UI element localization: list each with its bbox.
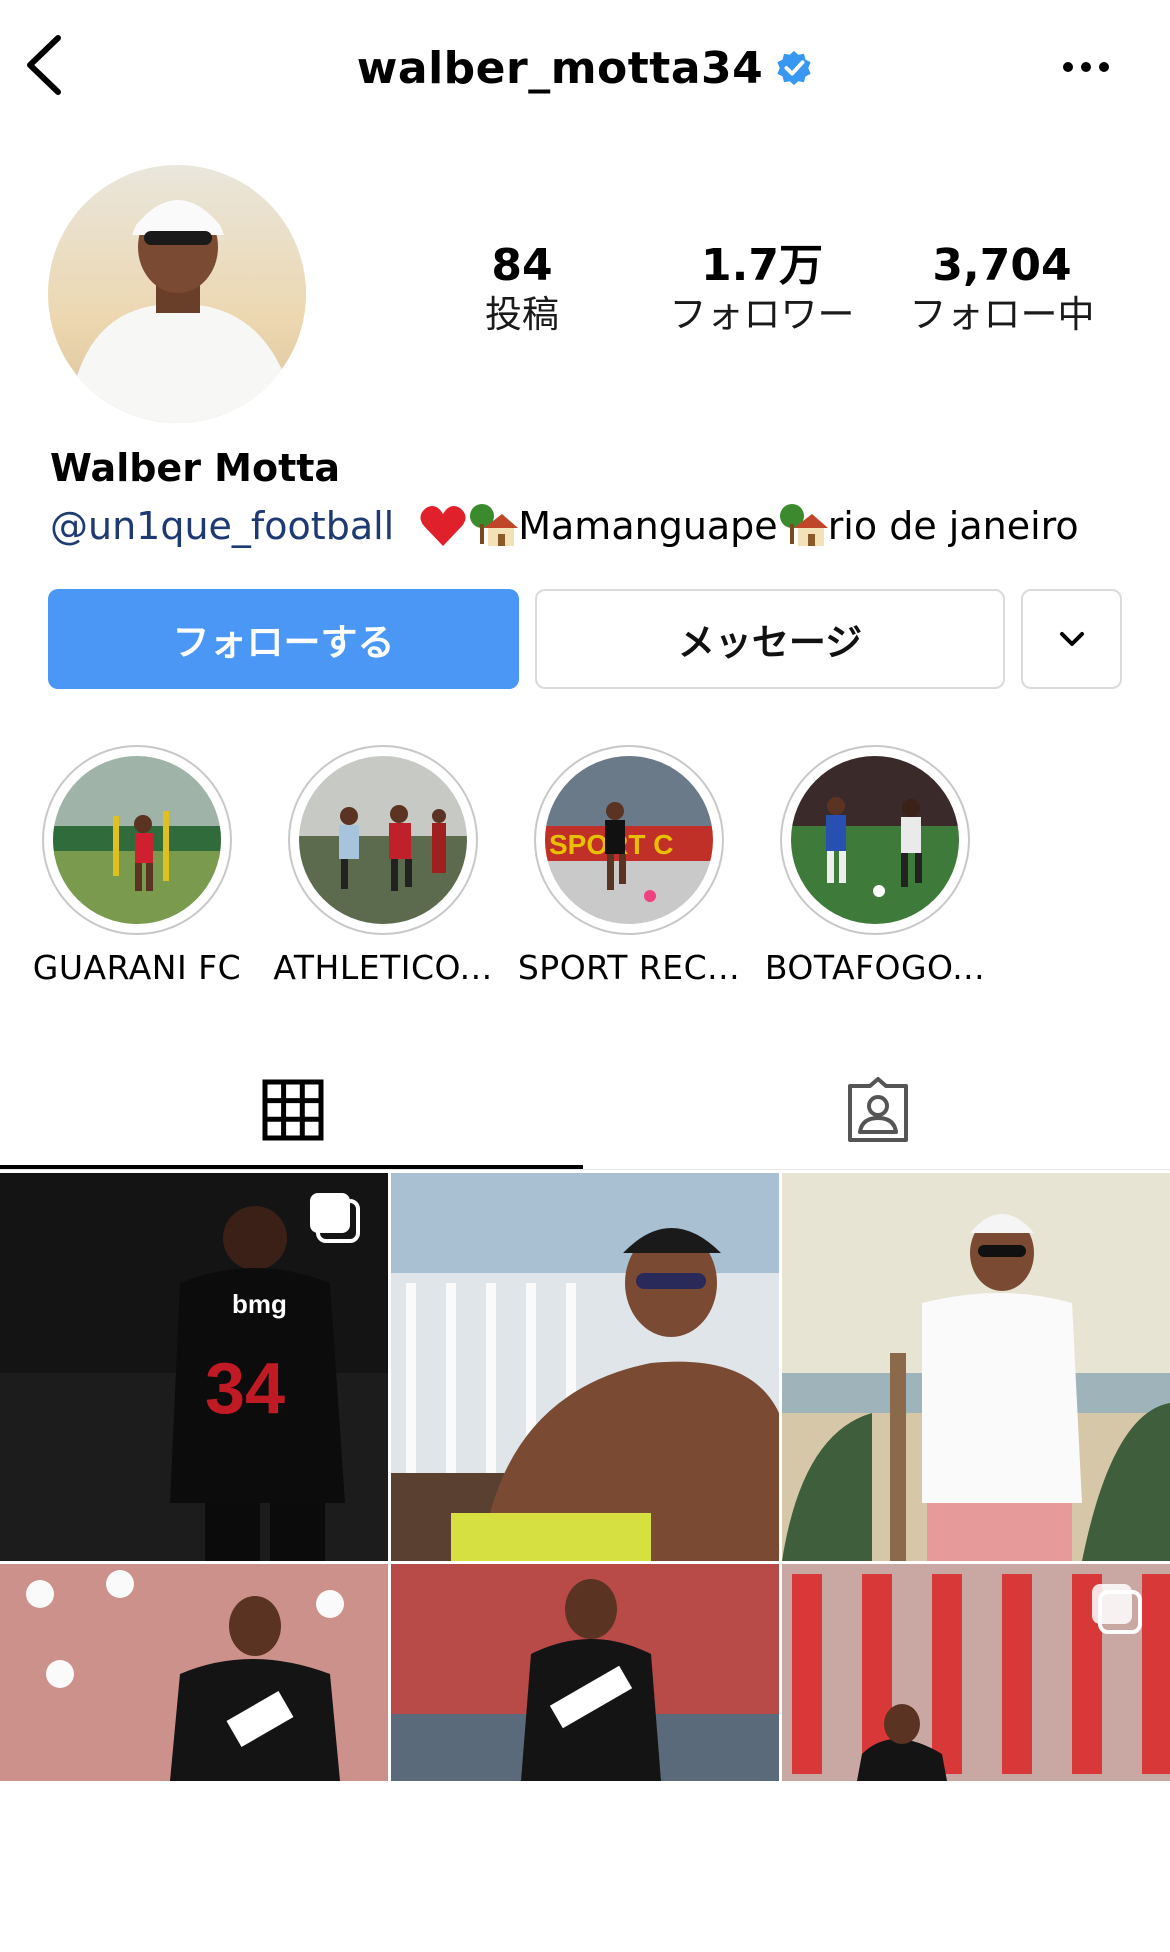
grid-icon	[262, 1079, 323, 1141]
username: walber_motta34	[356, 42, 764, 94]
highlight-label: ATHLETICO...	[273, 948, 493, 987]
highlight-label: SPORT REC...	[517, 948, 741, 987]
highlight-cover: SPORT C	[545, 756, 713, 924]
highlight-cover	[53, 756, 221, 924]
house-with-tree-icon	[470, 504, 519, 546]
posts-count[interactable]: 84 投稿	[422, 240, 622, 338]
avatar-photo	[48, 165, 306, 423]
more-horizontal-icon	[1063, 62, 1109, 72]
highlight-label: BOTAFOGO...	[764, 948, 986, 987]
display-name: Walber Motta	[50, 446, 341, 490]
followers-value: 1.7万	[701, 240, 823, 291]
post-thumbnail[interactable]	[782, 1173, 1170, 1561]
bio-location-1: Mamanguape	[518, 504, 778, 548]
profile-avatar[interactable]	[48, 165, 306, 423]
followers-count[interactable]: 1.7万 フォロワー	[662, 240, 862, 338]
tab-divider	[0, 1169, 1170, 1170]
post-thumbnail[interactable]	[391, 1564, 779, 1952]
following-label: フォロー中	[909, 293, 1095, 336]
profile-header: walber_motta34	[0, 38, 1170, 98]
tab-tagged[interactable]	[585, 1050, 1170, 1170]
message-button[interactable]: メッセージ	[535, 589, 1005, 689]
highlight-guarani[interactable]	[42, 745, 232, 935]
bio: @un1que_football Mamanguape rio de janei…	[50, 502, 1079, 550]
bio-link[interactable]: @un1que_football	[50, 504, 394, 548]
svg-text:34: 34	[205, 1349, 285, 1429]
suggested-accounts-button[interactable]	[1021, 589, 1122, 689]
post-thumbnail[interactable]	[391, 1173, 779, 1561]
highlight-sport-recife[interactable]: SPORT C	[534, 745, 724, 935]
highlight-cover	[299, 756, 467, 924]
tagged-person-icon	[847, 1077, 908, 1142]
highlight-botafogo[interactable]	[780, 745, 970, 935]
post-thumbnail[interactable]	[782, 1564, 1170, 1952]
more-options-button[interactable]	[1058, 52, 1118, 82]
bio-location-2: rio de janeiro	[827, 504, 1079, 548]
highlight-label: GUARANI FC	[32, 948, 242, 987]
followers-label: フォロワー	[669, 293, 855, 336]
post-thumbnail[interactable]: 34 bmg	[0, 1173, 388, 1561]
house-with-tree-icon	[779, 504, 828, 546]
following-count[interactable]: 3,704 フォロー中	[902, 240, 1102, 338]
posts-value: 84	[491, 240, 553, 291]
post-thumbnail[interactable]	[0, 1564, 388, 1952]
follow-button[interactable]: フォローする	[48, 589, 519, 689]
following-value: 3,704	[932, 240, 1072, 291]
posts-label: 投稿	[485, 293, 559, 336]
tab-posts-grid[interactable]	[0, 1050, 585, 1170]
highlight-athletico[interactable]	[288, 745, 478, 935]
verified-badge-icon	[777, 50, 811, 86]
svg-text:bmg: bmg	[232, 1289, 287, 1319]
heart-icon	[420, 506, 466, 546]
highlight-cover	[791, 756, 959, 924]
chevron-down-icon	[1059, 632, 1084, 646]
